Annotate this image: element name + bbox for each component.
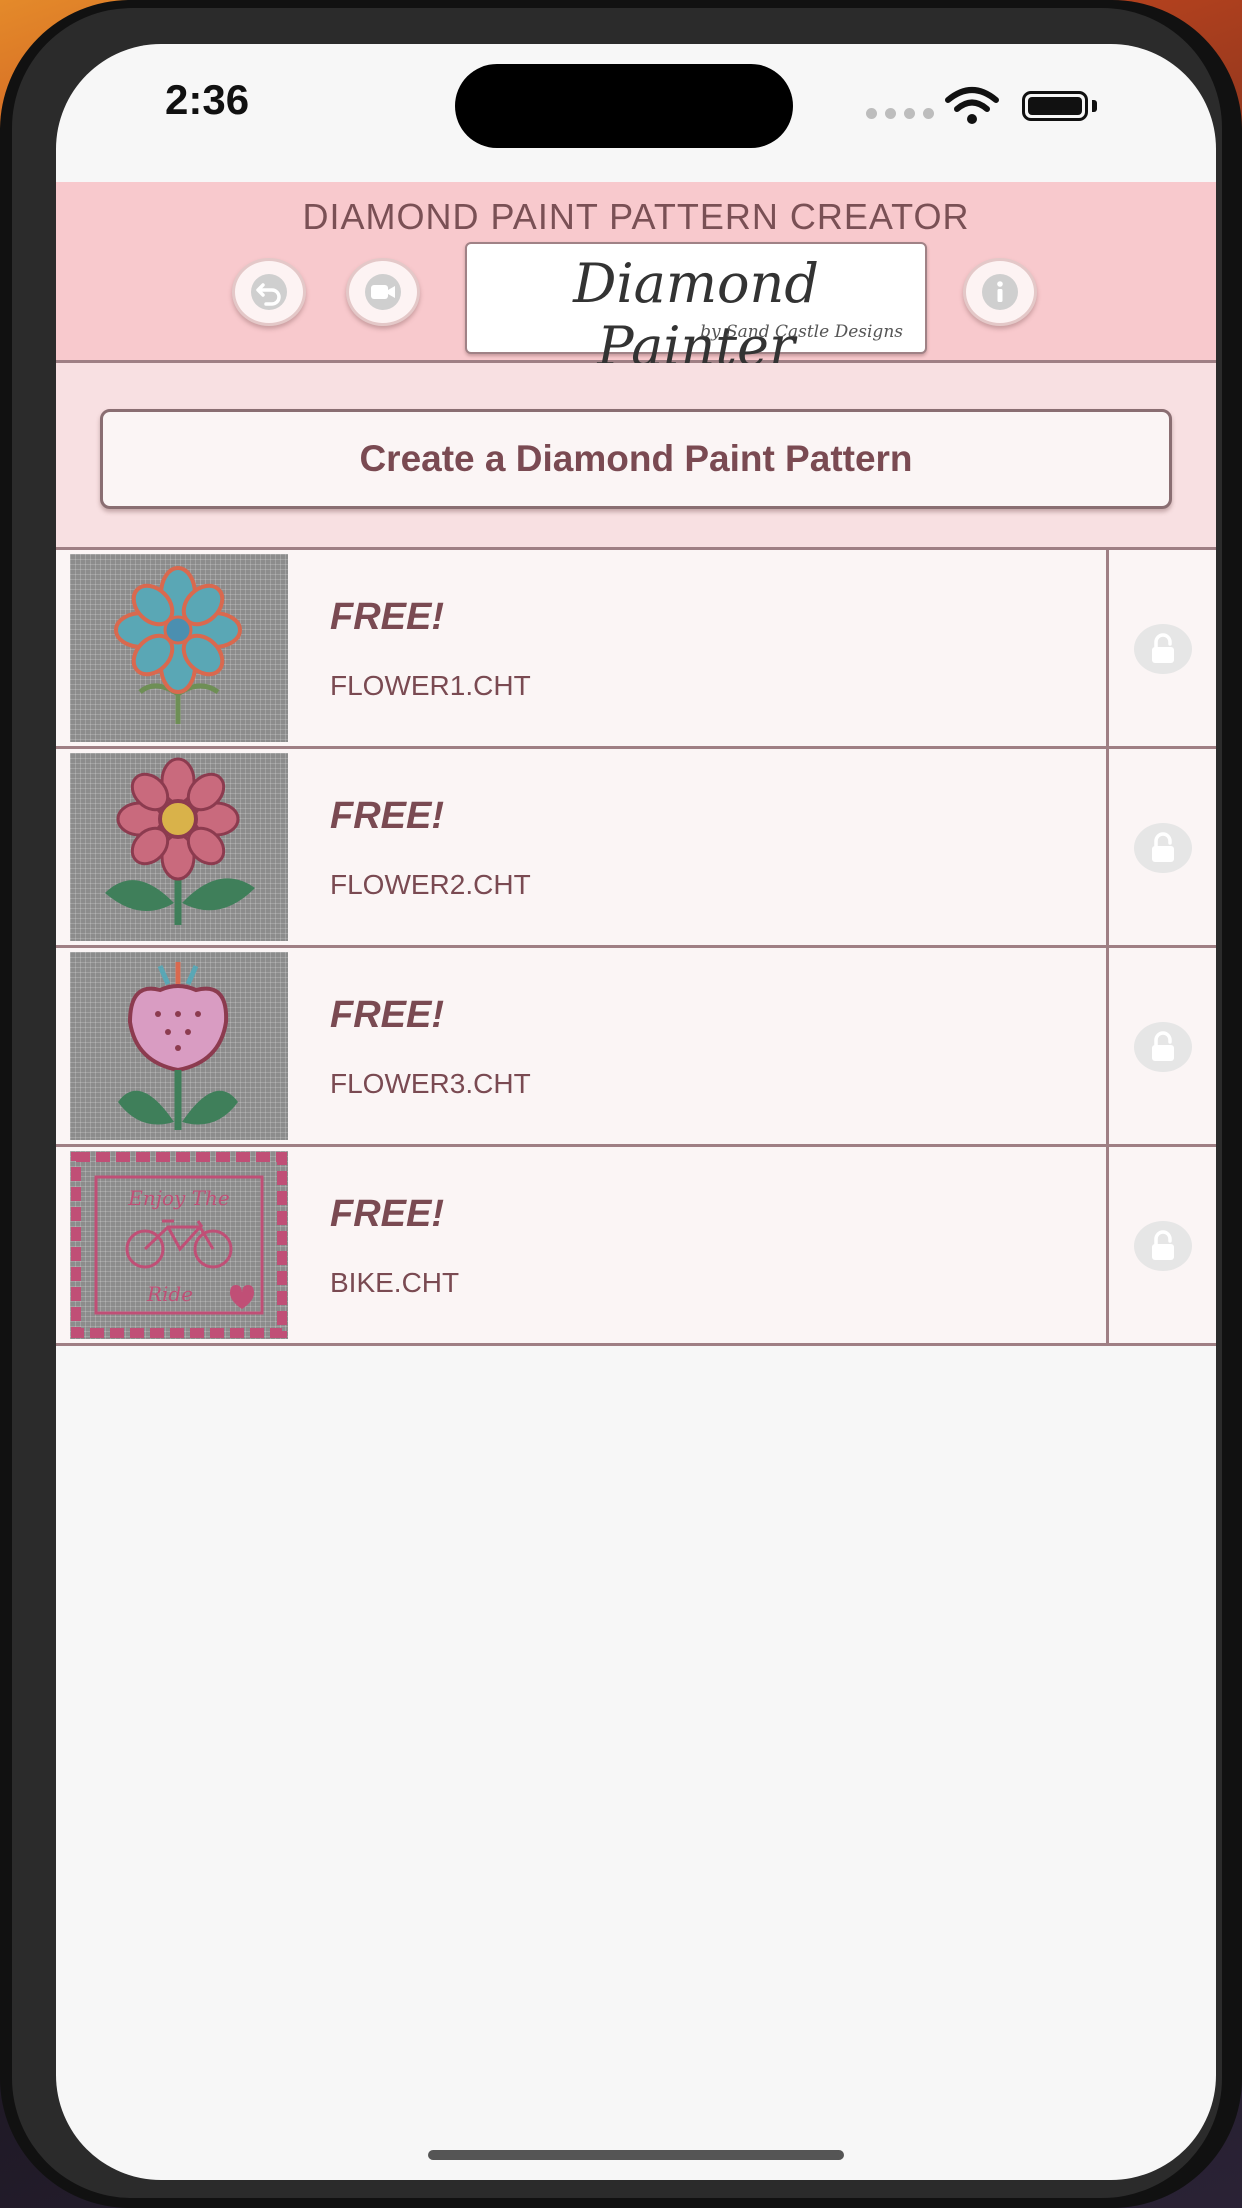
pattern-filename: BIKE.CHT bbox=[330, 1267, 460, 1298]
pattern-filename: FLOWER1.CHT bbox=[330, 670, 531, 701]
wifi-icon bbox=[945, 87, 999, 124]
free-badge: FREE! bbox=[330, 596, 444, 638]
tulip-icon bbox=[70, 952, 288, 1140]
row-divider bbox=[1106, 1147, 1109, 1343]
unlock-icon bbox=[1152, 1031, 1174, 1061]
free-badge: FREE! bbox=[330, 994, 444, 1036]
svg-text:Enjoy The: Enjoy The bbox=[127, 1186, 229, 1210]
app-screen: DIAMOND PAINT PATTERN CREATOR Diamond Pa… bbox=[56, 44, 1216, 2180]
unlock-button[interactable] bbox=[1134, 823, 1192, 873]
device-frame: DIAMOND PAINT PATTERN CREATOR Diamond Pa… bbox=[0, 0, 1242, 2208]
bike-sampler-icon: Enjoy The Ride bbox=[70, 1151, 288, 1339]
video-button[interactable] bbox=[346, 258, 420, 326]
row-divider bbox=[1106, 550, 1109, 746]
pattern-filename: FLOWER2.CHT bbox=[330, 869, 531, 900]
undo-icon bbox=[251, 274, 287, 310]
list-item[interactable]: Enjoy The Ride FREE! BIKE.CHT bbox=[56, 1147, 1216, 1346]
battery-icon bbox=[1022, 91, 1088, 121]
row-divider bbox=[1106, 749, 1109, 945]
row-divider bbox=[1106, 948, 1109, 1144]
list-item[interactable]: FREE! FLOWER1.CHT bbox=[56, 550, 1216, 749]
home-indicator[interactable] bbox=[428, 2150, 844, 2160]
create-pattern-button[interactable]: Create a Diamond Paint Pattern bbox=[100, 409, 1172, 509]
info-icon bbox=[982, 274, 1018, 310]
pattern-filename: FLOWER3.CHT bbox=[330, 1068, 531, 1099]
device-bezel: DIAMOND PAINT PATTERN CREATOR Diamond Pa… bbox=[12, 8, 1222, 2198]
create-section: Create a Diamond Paint Pattern bbox=[56, 363, 1216, 550]
list-item[interactable]: FREE! FLOWER3.CHT bbox=[56, 948, 1216, 1147]
svg-text:Ride: Ride bbox=[146, 1282, 193, 1306]
unlock-button[interactable] bbox=[1134, 1221, 1192, 1271]
cellular-signal-icon bbox=[866, 108, 934, 119]
list-item[interactable]: FREE! FLOWER2.CHT bbox=[56, 749, 1216, 948]
battery-tip bbox=[1092, 100, 1097, 112]
unlock-icon bbox=[1152, 633, 1174, 663]
unlock-icon bbox=[1152, 832, 1174, 862]
page-title: DIAMOND PAINT PATTERN CREATOR bbox=[302, 196, 970, 237]
flower-blue-icon bbox=[70, 554, 288, 742]
pattern-list: FREE! FLOWER1.CHT FREE! FLOWER2.CHT FREE… bbox=[56, 550, 1216, 1346]
diamond-painter-logo: Diamond Painter by Sand Castle Designs bbox=[465, 242, 927, 378]
unlock-button[interactable] bbox=[1134, 1022, 1192, 1072]
unlock-icon bbox=[1152, 1230, 1174, 1260]
video-camera-icon bbox=[365, 274, 401, 310]
unlock-button[interactable] bbox=[1134, 624, 1192, 674]
undo-button[interactable] bbox=[232, 258, 306, 326]
app-header: DIAMOND PAINT PATTERN CREATOR Diamond Pa… bbox=[56, 182, 1216, 378]
free-badge: FREE! bbox=[330, 1193, 444, 1235]
status-time: 2:36 bbox=[165, 76, 250, 123]
free-badge: FREE! bbox=[330, 795, 444, 837]
info-button[interactable] bbox=[963, 258, 1037, 326]
flower-pink-icon bbox=[70, 753, 288, 941]
dynamic-island bbox=[455, 64, 793, 148]
